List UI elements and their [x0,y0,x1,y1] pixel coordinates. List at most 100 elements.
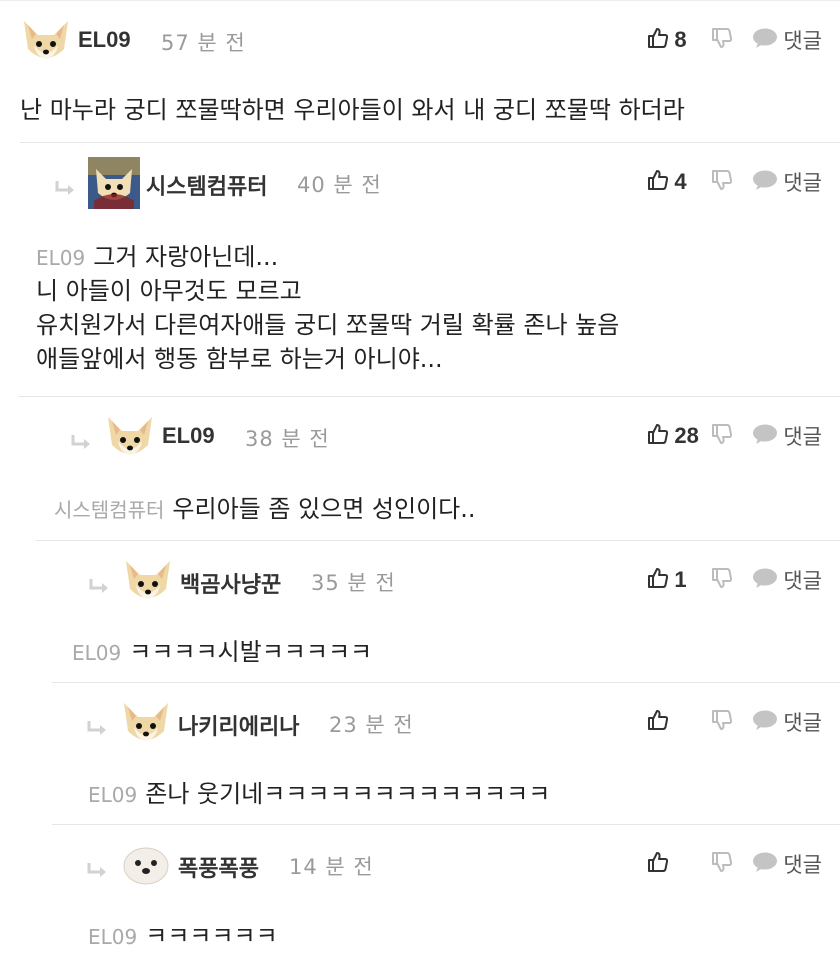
reply-arrow-icon [88,577,112,597]
avatar[interactable] [120,839,172,891]
dislike-button[interactable] [710,708,734,736]
avatar[interactable] [104,411,156,463]
comment-time: 23 분 전 [329,713,414,737]
comment-text-line: EL09 ㅋㅋㅋㅋ시발ㅋㅋㅋㅋㅋ [72,635,372,670]
speech-bubble-icon [752,423,778,449]
reply-button[interactable]: 댓글 [752,707,822,737]
thumbs-down-icon [710,168,734,196]
comment-text: 유치원가서 다른여자애들 궁디 쪼물딱 거릴 확률 존나 높음 [36,311,620,339]
thumbs-up-icon [646,422,670,450]
reply-comment: 나키리에리나 23 분 전 댓글 EL09 존나 웃기네ㅋㅋㅋㅋㅋㅋㅋㅋㅋㅋㅋㅋㅋ [52,682,840,824]
reply-comment: 백곰사냥꾼 35 분 전 1 댓글 EL09 ㅋㅋㅋㅋ시발ㅋㅋㅋㅋㅋ [36,540,840,682]
reply-arrow-icon [70,433,94,453]
reply-button[interactable]: 댓글 [752,849,822,879]
thumbs-down-icon [710,850,734,878]
author-name[interactable]: 시스템컴퓨터 [146,169,267,201]
dislike-button[interactable] [710,566,734,594]
reply-button[interactable]: 댓글 [752,25,822,55]
comment-time: 57 분 전 [161,31,246,55]
reply-button[interactable]: 댓글 [752,421,822,451]
reply-label: 댓글 [783,425,822,449]
avatar[interactable] [88,157,140,209]
reply-arrow-icon [86,719,110,739]
reply-label: 댓글 [783,171,822,195]
comment-text: 난 마누라 궁디 쪼물딱하면 우리아들이 와서 내 궁디 쪼물딱 하더라 [20,96,685,124]
comment-text: 그거 자랑아닌데... [93,243,279,271]
avatar[interactable] [122,555,174,607]
comment-text-line: EL09 그거 자랑아닌데... [36,240,278,275]
reply-label: 댓글 [783,569,822,593]
thumbs-up-icon [646,168,670,196]
reply-arrow-icon [86,861,110,881]
author-name[interactable]: EL09 [78,27,131,53]
speech-bubble-icon [752,567,778,593]
comment-actions: 1 댓글 [646,565,822,595]
comment-text: ㅋㅋㅋㅋㅋㅋ [145,922,278,950]
comment-text-line: 애들앞에서 행동 함부로 하는거 아니야... [36,342,443,376]
comment-text-line: EL09 ㅋㅋㅋㅋㅋㅋ [88,919,278,954]
mention[interactable]: EL09 [36,246,85,270]
reply-button[interactable]: 댓글 [752,565,822,595]
reply-comment: EL09 38 분 전 28 댓글 시스템컴퓨터 우리아들 좀 있으면 성인이다.. [18,396,840,540]
like-button[interactable] [646,850,694,878]
dislike-button[interactable] [710,422,734,450]
comment: EL09 57 분 전 8 댓글난 마누라 궁디 쪼물딱하면 우리아들이 와서 내 궁… [0,0,840,142]
thumbs-up-icon [646,850,670,878]
like-count: 8 [674,27,687,52]
comment-text: 존나 웃기네ㅋㅋㅋㅋㅋㅋㅋㅋㅋㅋㅋㅋㅋ [145,780,551,808]
mention[interactable]: 시스템컴퓨터 [54,498,164,522]
mention[interactable]: EL09 [72,641,121,665]
like-button[interactable]: 4 [646,168,694,196]
thumbs-down-icon [710,422,734,450]
comment-text-line: 시스템컴퓨터 우리아들 좀 있으면 성인이다.. [54,492,476,527]
comment-actions: 4 댓글 [646,167,822,197]
reply-label: 댓글 [783,29,822,53]
author-name[interactable]: EL09 [162,423,215,449]
reply-arrow-icon [54,179,78,199]
mention[interactable]: EL09 [88,783,137,807]
author-name[interactable]: 폭풍폭풍 [178,851,259,883]
thumbs-down-icon [710,26,734,54]
reply-button[interactable]: 댓글 [752,167,822,197]
speech-bubble-icon [752,709,778,735]
comment-thread: EL09 57 분 전 8 댓글 난 마누라 궁디 쪼물딱하면 우리아들이 와서 내 궁… [0,0,840,961]
speech-bubble-icon [752,27,778,53]
thumbs-down-icon [710,566,734,594]
comment-actions: 28 댓글 [646,421,822,451]
mention[interactable]: EL09 [88,925,137,949]
comment-actions: 8 댓글 [646,25,822,55]
comment-text-line: 니 아들이 아무것도 모르고 [36,274,302,308]
comment-actions: 댓글 [646,707,822,737]
like-button[interactable]: 8 [646,26,694,54]
like-count: 4 [674,169,687,194]
speech-bubble-icon [752,851,778,877]
comment-time: 40 분 전 [297,173,382,197]
comment-actions: 댓글 [646,849,822,879]
dislike-button[interactable] [710,850,734,878]
author-name[interactable]: 나키리에리나 [178,709,299,741]
dislike-button[interactable] [710,168,734,196]
comment-text: 애들앞에서 행동 함부로 하는거 아니야... [36,345,443,373]
dislike-button[interactable] [710,26,734,54]
comment-text: 우리아들 좀 있으면 성인이다.. [172,495,476,523]
thumbs-up-icon [646,26,670,54]
reply-label: 댓글 [783,853,822,877]
author-name[interactable]: 백곰사냥꾼 [180,567,281,599]
comment-time: 14 분 전 [289,855,374,879]
thumbs-down-icon [710,708,734,736]
comment-time: 35 분 전 [311,571,396,595]
like-button[interactable] [646,708,694,736]
thumbs-up-icon [646,566,670,594]
thumbs-up-icon [646,708,670,736]
like-button[interactable]: 28 [646,422,699,450]
speech-bubble-icon [752,169,778,195]
reply-comment: 폭풍폭풍 14 분 전 댓글 EL09 ㅋㅋㅋㅋㅋㅋ [52,824,840,961]
like-count: 1 [674,567,687,592]
reply-label: 댓글 [783,711,822,735]
avatar[interactable] [20,15,72,67]
like-button[interactable]: 1 [646,566,694,594]
comment-text-line: EL09 존나 웃기네ㅋㅋㅋㅋㅋㅋㅋㅋㅋㅋㅋㅋㅋ [88,777,550,812]
reply-comment: 시스템컴퓨터 40 분 전 4 댓글 EL09 그거 자랑아닌데... 니 아들이 아무것도… [20,142,840,396]
comment-text: 니 아들이 아무것도 모르고 [36,277,302,305]
avatar[interactable] [120,697,172,749]
